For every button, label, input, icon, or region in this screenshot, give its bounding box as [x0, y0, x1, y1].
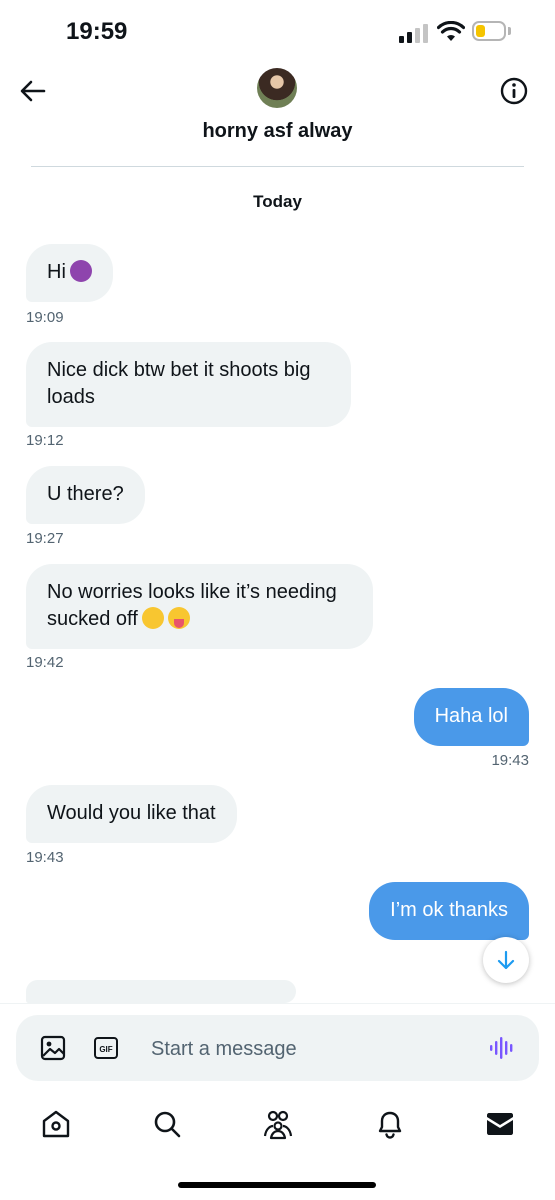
message-text: No worries looks like it’s needing sucke… [47, 581, 337, 630]
smirk-emoji-icon [141, 607, 164, 629]
smiling-imp-emoji-icon [69, 260, 92, 282]
message-composer: GIF [16, 1015, 539, 1081]
scroll-to-bottom-button[interactable] [483, 937, 529, 983]
messages-icon[interactable] [484, 1108, 516, 1140]
message-bubble[interactable]: I’m ok thanks [369, 882, 529, 940]
svg-text:GIF: GIF [99, 1045, 112, 1054]
conversation-header: horny asf alway [0, 60, 555, 168]
home-icon[interactable] [40, 1108, 72, 1140]
message-timestamp: 19:43 [491, 752, 529, 769]
message-timestamp: 19:09 [26, 309, 64, 326]
message-timestamp: 19:43 [26, 849, 64, 866]
arrow-down-icon [497, 950, 515, 970]
message-bubble[interactable]: Would you like that [26, 785, 237, 843]
message-text: Would you like that [47, 802, 216, 824]
message-bubble-partial [26, 980, 296, 1003]
message-text: Haha lol [434, 705, 508, 727]
notifications-icon[interactable] [374, 1108, 406, 1140]
avatar[interactable] [257, 68, 297, 108]
conversation-title[interactable]: horny asf alway [0, 120, 555, 143]
battery-icon [472, 21, 506, 41]
cellular-signal-icon [399, 24, 428, 43]
message-timestamp: 19:42 [26, 654, 64, 671]
status-time: 19:59 [66, 18, 128, 45]
message-text: I’m ok thanks [390, 899, 508, 921]
header-divider [31, 166, 524, 167]
message-text: Nice dick btw bet it shoots big loads [47, 359, 311, 408]
info-icon[interactable] [499, 76, 529, 106]
image-icon[interactable] [39, 1034, 67, 1062]
status-bar: 19:59 [0, 0, 555, 60]
voice-message-icon[interactable] [488, 1035, 516, 1061]
search-icon[interactable] [151, 1108, 183, 1140]
gif-icon[interactable]: GIF [93, 1036, 119, 1060]
message-bubble[interactable]: Hi [26, 244, 113, 302]
message-input[interactable] [149, 1031, 453, 1067]
tongue-emoji-icon [167, 607, 190, 629]
battery-tip [508, 27, 511, 35]
home-indicator [178, 1182, 376, 1188]
bottom-tab-bar [0, 1098, 555, 1158]
communities-icon[interactable] [262, 1108, 294, 1140]
day-separator: Today [253, 192, 302, 211]
back-arrow-icon[interactable] [18, 76, 48, 106]
message-text: Hi [47, 261, 66, 283]
message-bubble[interactable]: Haha lol [413, 688, 529, 746]
wifi-icon [437, 21, 465, 41]
message-timestamp: 19:27 [26, 530, 64, 547]
composer-divider [0, 1003, 555, 1004]
message-timestamp: 19:12 [26, 432, 64, 449]
message-text: U there? [47, 483, 124, 505]
message-bubble[interactable]: U there? [26, 466, 145, 524]
message-bubble[interactable]: No worries looks like it’s needing sucke… [26, 564, 373, 649]
message-bubble[interactable]: Nice dick btw bet it shoots big loads [26, 342, 351, 427]
